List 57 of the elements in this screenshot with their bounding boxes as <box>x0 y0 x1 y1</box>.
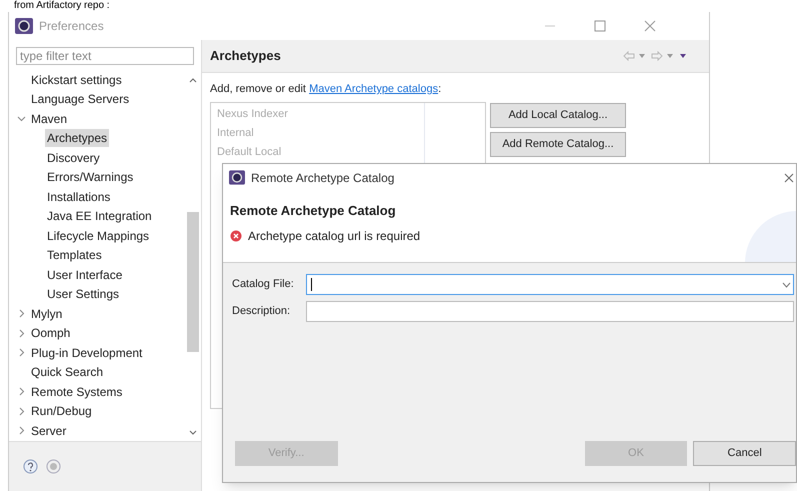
tree-item[interactable]: Installations <box>45 188 112 206</box>
help-icon[interactable] <box>23 459 38 474</box>
close-icon[interactable] <box>643 19 657 33</box>
tree-item[interactable]: Maven <box>29 110 70 128</box>
record-icon[interactable] <box>46 459 61 474</box>
catalog-button[interactable]: Add Local Catalog... <box>490 102 626 128</box>
tree-item[interactable]: Run/Debug <box>29 402 94 420</box>
expand-icon[interactable] <box>17 426 26 436</box>
tree-item[interactable]: Lifecycle Mappings <box>45 226 152 245</box>
page-title: Archetypes <box>210 47 281 66</box>
expand-icon[interactable] <box>17 348 26 358</box>
tree-item[interactable]: Language Servers <box>29 90 132 108</box>
scroll-thumb[interactable] <box>187 212 199 352</box>
expand-icon[interactable] <box>17 328 26 338</box>
dialog-button[interactable]: Cancel <box>693 441 796 466</box>
maximize-icon[interactable] <box>593 19 607 33</box>
expand-icon[interactable] <box>17 406 26 416</box>
filter-field[interactable]: type filter text <box>16 47 194 65</box>
dialog-title: Remote Archetype Catalog <box>251 170 394 186</box>
dropdown-icon[interactable] <box>666 53 674 59</box>
app-icon <box>229 170 245 185</box>
caption-text: from Artifactory repo : <box>14 0 110 12</box>
scroll-up-icon[interactable] <box>188 76 198 84</box>
field-label: Catalog File: <box>232 277 295 292</box>
dropdown-icon[interactable] <box>782 282 791 288</box>
tree-item[interactable]: Archetypes <box>45 129 110 148</box>
tree-item[interactable]: Server <box>29 422 68 440</box>
catalog-button[interactable]: Add Remote Catalog... <box>490 132 626 156</box>
expand-icon[interactable] <box>17 309 26 318</box>
error-message: Archetype catalog url is required <box>248 228 420 244</box>
tree-item[interactable]: Kickstart settings <box>29 70 124 89</box>
scroll-down-icon[interactable] <box>188 429 198 437</box>
close-icon[interactable] <box>784 172 794 182</box>
collapse-icon[interactable] <box>17 114 26 124</box>
app-icon <box>15 18 33 34</box>
error-icon <box>230 230 242 242</box>
expand-icon[interactable] <box>17 387 26 396</box>
dialog-heading: Remote Archetype Catalog <box>230 202 397 220</box>
tree-item[interactable]: Mylyn <box>29 304 64 323</box>
dropdown-icon[interactable] <box>638 53 646 59</box>
tree-item[interactable]: Plug-in Development <box>29 344 144 362</box>
tree-item[interactable]: User Settings <box>45 285 122 304</box>
window-title: Preferences <box>39 18 104 35</box>
combo-field[interactable] <box>306 274 794 295</box>
intro-text: Add, remove or edit Maven Archetype catalogs: <box>210 82 442 97</box>
tree-item[interactable]: User Interface <box>45 266 124 284</box>
view-menu-icon[interactable] <box>679 53 687 59</box>
tree-item[interactable]: Remote Systems <box>29 382 124 401</box>
tree-item[interactable]: Quick Search <box>29 363 106 382</box>
input-field[interactable] <box>306 301 794 322</box>
tree-item[interactable]: Java EE Integration <box>45 207 154 226</box>
tree-item[interactable]: Templates <box>45 246 104 264</box>
catalogs-link[interactable]: Maven Archetype catalogs <box>309 83 438 95</box>
tree-item[interactable]: Discovery <box>45 148 102 167</box>
tree-item[interactable]: Oomph <box>29 324 72 342</box>
tree-item[interactable]: Errors/Warnings <box>45 168 136 186</box>
field-label: Description: <box>232 304 292 320</box>
